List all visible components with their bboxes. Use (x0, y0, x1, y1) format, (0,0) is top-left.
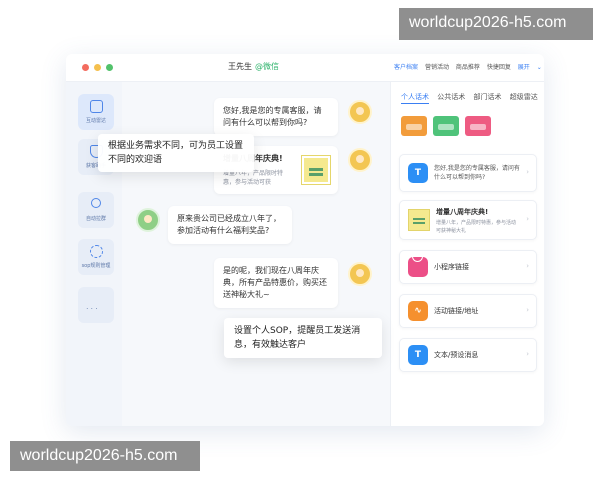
script-card-text: 您好,我是您的专属客服，请问有什么可以帮到你吗? (434, 165, 520, 181)
script-card-greeting[interactable]: T 您好,我是您的专属客服，请问有什么可以帮到你吗? › (399, 154, 537, 192)
text-icon: T (408, 163, 428, 183)
welcome-message-callout: 根据业务需求不同，可为员工设置不同的欢迎语 (98, 134, 254, 172)
sidebar-item-more[interactable]: ... (78, 287, 114, 323)
sop-callout: 设置个人SOP，提醒员工发送消息，有效触达客户 (224, 318, 382, 358)
title-bar: 王先生 @微信 客户档案 营销活动 商品推荐 快捷回复 展开 ⌄ (66, 54, 544, 82)
close-window-button[interactable] (82, 64, 89, 71)
script-card-label: 小程序链接 (434, 263, 469, 271)
top-tabs: 客户档案 营销活动 商品推荐 快捷回复 展开 ⌄ (394, 62, 544, 71)
template-thumbnail-pink[interactable] (465, 116, 491, 136)
script-tabs: 个人话术 公共话术 部门话术 超级雷达 (401, 92, 544, 104)
sidebar-item-label: 互动雷达 (85, 118, 106, 124)
sidebar-item-label: 自动拉群 (85, 216, 106, 222)
chat-message-customer: 原来贵公司已经成立八年了，参加活动有什么福利奖品? (168, 206, 292, 244)
chat-message-agent-reply: 是的呢，我们现在八周年庆典，所有产品特惠价，购买还送神秘大礼~ (214, 258, 338, 308)
tab-department-scripts[interactable]: 部门话术 (473, 93, 501, 101)
user-icon (91, 198, 101, 208)
chevron-right-icon: › (526, 215, 529, 223)
sidebar-item-radar[interactable]: 互动雷达 (78, 94, 114, 130)
sidebar-item-sop[interactable]: sop规则管理 (78, 239, 114, 275)
chat-message-agent-greeting: 您好,我是您的专属客服，请问有什么可以帮到你吗? (214, 98, 338, 136)
script-panel: 个人话术 公共话术 部门话术 超级雷达 T 您好,我是您的专属客服，请问有什么可… (390, 82, 544, 426)
contact-source: @微信 (255, 62, 279, 71)
agent-avatar (348, 262, 372, 286)
text-icon: T (408, 345, 428, 365)
maximize-window-button[interactable] (106, 64, 113, 71)
link-icon (408, 251, 428, 277)
agent-avatar (348, 148, 372, 172)
tab-quick-reply[interactable]: 快捷回复 (487, 64, 511, 71)
script-card-poster[interactable]: 增量八周年庆典! 增量八年，产品限时特惠，参与活动可获神秘大礼 › (399, 200, 537, 240)
contact-header: 王先生 @微信 (228, 61, 279, 72)
script-card-subtitle: 增量八年，产品限时特惠，参与活动可获神秘大礼 (436, 220, 517, 234)
script-card-label: 文本/预设消息 (434, 351, 479, 359)
chevron-right-icon: › (526, 350, 529, 358)
script-card-preset[interactable]: T 文本/预设消息 › (399, 338, 537, 372)
chevron-right-icon: › (526, 306, 529, 314)
refresh-icon (90, 245, 103, 258)
tab-personal-scripts[interactable]: 个人话术 (401, 93, 429, 104)
activity-icon: ∿ (408, 301, 428, 321)
poster-icon (408, 209, 430, 231)
chevron-down-icon: ⌄ (536, 64, 542, 71)
watermark-bottom: worldcup2026-h5.com (10, 441, 200, 471)
template-thumbnail-orange[interactable] (401, 116, 427, 136)
chevron-right-icon: › (526, 168, 529, 176)
script-card-label: 活动链接/地址 (434, 307, 479, 315)
minimize-window-button[interactable] (94, 64, 101, 71)
tab-customer-profile[interactable]: 客户档案 (394, 64, 418, 71)
tab-public-scripts[interactable]: 公共话术 (437, 93, 465, 101)
script-card-activity[interactable]: ∿ 活动链接/地址 › (399, 294, 537, 328)
agent-avatar (348, 100, 372, 124)
tab-marketing[interactable]: 营销活动 (425, 64, 449, 71)
script-card-title: 增量八周年庆典! (436, 208, 489, 216)
watermark-top: worldcup2026-h5.com (399, 8, 593, 40)
template-thumbnail-green[interactable] (433, 116, 459, 136)
script-card-miniapp[interactable]: 小程序链接 › (399, 250, 537, 284)
sidebar-item-label: sop规则管理 (81, 263, 111, 269)
script-card-poster-text: 增量八周年庆典! 增量八年，产品限时特惠，参与活动可获神秘大礼 (436, 207, 520, 235)
tab-products[interactable]: 商品推荐 (456, 64, 480, 71)
customer-avatar (136, 208, 160, 232)
contact-name: 王先生 (228, 62, 252, 71)
expand-button[interactable]: 展开 ⌄ (518, 64, 544, 71)
chevron-right-icon: › (526, 262, 529, 270)
more-icon: ... (86, 302, 100, 311)
tab-super-radar[interactable]: 超级雷达 (510, 93, 538, 101)
sidebar-item-auto-group[interactable]: 自动拉群 (78, 192, 114, 228)
poster-thumbnail (302, 156, 330, 184)
app-window: 王先生 @微信 客户档案 营销活动 商品推荐 快捷回复 展开 ⌄ 互动雷达 获客助… (66, 54, 544, 426)
radar-icon (90, 100, 103, 113)
